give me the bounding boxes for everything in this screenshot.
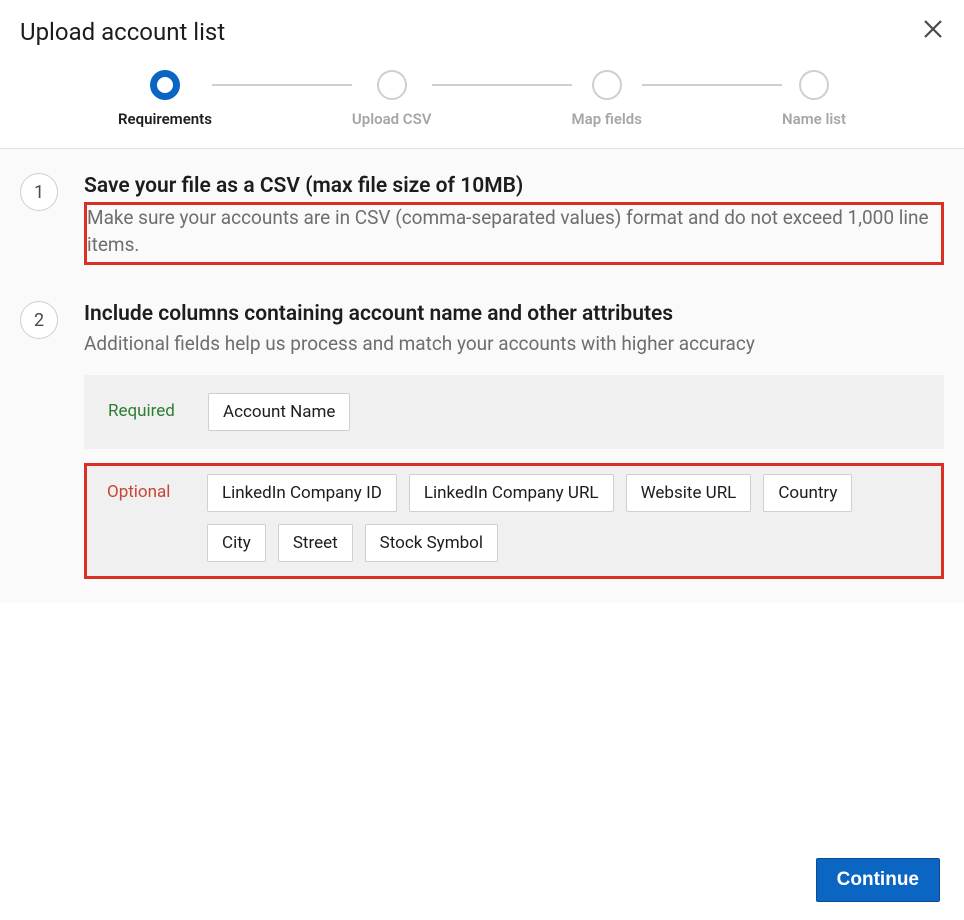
step-number-badge: 1	[20, 173, 58, 211]
requirement-title: Include columns containing account name …	[84, 301, 944, 328]
chip-website-url: Website URL	[626, 474, 752, 512]
step-label: Requirements	[118, 110, 212, 128]
chip-stock-symbol: Stock Symbol	[365, 524, 498, 562]
dialog-header: Upload account list	[0, 0, 964, 46]
required-fields-box: Required Account Name	[84, 375, 944, 449]
dialog-title: Upload account list	[20, 18, 225, 46]
step-circle-icon	[150, 70, 180, 100]
step-label: Name list	[782, 110, 846, 128]
chip-linkedin-company-url: LinkedIn Company URL	[409, 474, 614, 512]
step-connector	[212, 84, 352, 86]
step-label: Map fields	[572, 110, 642, 128]
close-icon[interactable]	[922, 18, 944, 40]
step-upload-csv[interactable]: Upload CSV	[352, 70, 432, 128]
optional-chips: LinkedIn Company ID LinkedIn Company URL…	[207, 474, 921, 562]
step-label: Upload CSV	[352, 110, 432, 128]
required-label: Required	[108, 393, 188, 421]
step-circle-icon	[592, 70, 622, 100]
step-requirements[interactable]: Requirements	[118, 70, 212, 128]
chip-city: City	[207, 524, 266, 562]
step-circle-icon	[799, 70, 829, 100]
requirement-description: Make sure your accounts are in CSV (comm…	[84, 202, 944, 265]
required-chips: Account Name	[208, 393, 350, 431]
chip-street: Street	[278, 524, 353, 562]
step-circle-icon	[377, 70, 407, 100]
chip-linkedin-company-id: LinkedIn Company ID	[207, 474, 397, 512]
dialog-footer: Continue	[816, 858, 940, 902]
step-name-list[interactable]: Name list	[782, 70, 846, 128]
stepper: Requirements Upload CSV Map fields Name …	[0, 46, 964, 149]
step-connector	[432, 84, 572, 86]
optional-label: Optional	[107, 474, 187, 502]
chip-country: Country	[763, 474, 852, 512]
requirement-item-2: 2 Include columns containing account nam…	[20, 301, 944, 579]
requirement-title: Save your file as a CSV (max file size o…	[84, 173, 944, 200]
content-area: 1 Save your file as a CSV (max file size…	[0, 149, 964, 603]
requirement-item-1: 1 Save your file as a CSV (max file size…	[20, 173, 944, 265]
continue-button[interactable]: Continue	[816, 858, 940, 902]
step-map-fields[interactable]: Map fields	[572, 70, 642, 128]
step-connector	[642, 84, 782, 86]
optional-fields-box: Optional LinkedIn Company ID LinkedIn Co…	[84, 463, 944, 579]
step-number-badge: 2	[20, 301, 58, 339]
requirement-description: Additional fields help us process and ma…	[84, 331, 944, 358]
chip-account-name: Account Name	[208, 393, 350, 431]
